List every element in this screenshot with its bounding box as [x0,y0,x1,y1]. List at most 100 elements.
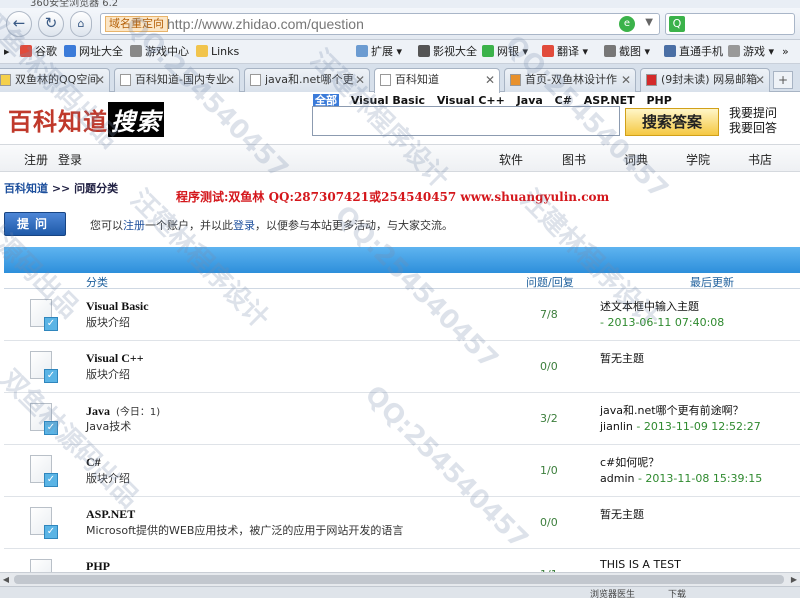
last-topic-time: - 2013-11-08 15:39:15 [634,472,763,485]
top-menu: 注册 登录 软件 图书 词典 学院 书店 [0,144,800,172]
page-icon [250,74,261,86]
forum-row[interactable]: ✓ C# 版块介绍 1/0 c#如何呢？ admin - 2013-11-08 15:39… [4,445,800,497]
question-search-input[interactable] [312,106,620,136]
menu-item-bookstore[interactable]: 书店 [748,151,772,168]
forum-name[interactable]: Java (今日：1) [86,403,160,419]
fav-item-sites[interactable]: 网址大全 [64,44,123,60]
forum-post-count: 3/2 [540,412,558,425]
fav-item-game[interactable]: 游戏 ▾ [728,44,774,60]
search-category-tabs: 全部 Visual Basic Visual C++ Java C# ASP.N… [313,92,680,107]
forum-row[interactable]: ✓ Visual C++ 版块介绍 0/0 暂无主题 [4,341,800,393]
close-icon[interactable]: ✕ [355,69,365,91]
search-engine-icon[interactable]: Q [669,16,685,32]
last-topic-title[interactable]: 述文本框中输入主题 [600,298,699,314]
menu-item-dictionary[interactable]: 词典 [624,151,648,168]
close-icon[interactable]: ✕ [755,69,765,91]
last-topic-meta: jianlin - 2013-11-09 12:52:27 [600,420,761,433]
home-icon[interactable]: ⌂ [70,11,92,37]
browser-search-box[interactable]: Q [665,13,795,35]
forum-name[interactable]: C# [86,455,107,470]
fav-item-bank[interactable]: 网银 ▾ [482,44,528,60]
fav-item-links[interactable]: Links [196,44,239,60]
tab-bar: 双鱼林的QQ空间 ✕ 百科知道-国内专业 ✕ java和.net哪个更 ✕ 百科知道 ✕… [0,64,800,93]
last-topic-title[interactable]: java和.net哪个更有前途啊？ [600,402,744,418]
url-text[interactable]: http://www.zhidao.com/question [167,16,364,32]
last-topic-title[interactable]: 暂无主题 [600,350,644,366]
site-logo[interactable]: 百科知道 搜索 [8,102,164,137]
fav-item-video[interactable]: 影视大全 [418,44,477,60]
tab-zhidao-home[interactable]: 百科知道-国内专业 ✕ [114,68,240,92]
forum-post-count: 7/8 [540,308,558,321]
forum-name[interactable]: ASP.NET [86,507,141,522]
status-doctor[interactable]: 浏览器医生 [590,587,635,598]
horizontal-scrollbar[interactable]: ◀ ▶ [0,572,800,586]
folder-icon [196,45,208,57]
category-tab-php[interactable]: PHP [647,94,672,107]
close-icon[interactable]: ✕ [95,69,105,91]
sites-icon [64,45,76,57]
fav-item-extensions[interactable]: 扩展 ▾ [356,44,402,60]
close-icon[interactable]: ✕ [225,69,235,91]
last-topic-title[interactable]: c#如何呢？ [600,454,659,470]
notice-login-link[interactable]: 登录 [233,219,255,232]
breadcrumb-home[interactable]: 百科知道 [4,182,48,195]
site-icon [510,74,521,86]
register-link[interactable]: 注册 [24,151,48,168]
new-tab-button[interactable]: + [773,71,793,89]
fav-item-translate[interactable]: 翻译 ▾ [542,44,588,60]
column-last-update: 最后更新 [690,276,734,289]
answer-question-link[interactable]: 我要回答 [729,121,777,136]
last-topic-title[interactable]: THIS IS A TEST [600,558,681,571]
last-topic-author[interactable]: jianlin [600,420,633,433]
scroll-left-icon[interactable]: ◀ [0,573,12,586]
tab-qq-space[interactable]: 双鱼林的QQ空间 ✕ [0,68,110,92]
bank-icon [482,45,494,57]
last-topic-title[interactable]: 暂无主题 [600,506,644,522]
notice-register-link[interactable]: 注册 [123,219,145,232]
scroll-right-icon[interactable]: ▶ [788,573,800,586]
close-icon[interactable]: ✕ [621,69,631,91]
scrollbar-thumb[interactable] [14,575,784,584]
status-download[interactable]: 下载 [668,587,686,598]
ask-question-button[interactable]: 提问 [4,212,66,236]
forum-row[interactable]: ✓ ASP.NET Microsoft提供的WEB应用技术，被广泛的应用于网站开发的… [4,497,800,549]
fav-item-google[interactable]: 谷歌 [20,44,57,60]
refresh-icon[interactable]: ↻ [38,11,64,37]
mail-icon [646,74,657,86]
login-link[interactable]: 登录 [58,151,82,168]
address-bar[interactable]: 域名重定向 http://www.zhidao.com/question e ▼ [100,13,660,35]
search-answer-button[interactable]: 搜索答案 [625,108,719,136]
forum-description: Microsoft提供的WEB应用技术，被广泛的应用于网站开发的语言 [86,524,404,537]
ask-question-link[interactable]: 我要提问 [729,106,777,121]
qq-icon [0,74,11,86]
tab-163-mail[interactable]: (9封未读) 网易邮箱 ✕ [640,68,770,92]
navigation-toolbar: ← ↻ ⌂ 域名重定向 http://www.zhidao.com/questi… [0,8,800,40]
tab-zhidao-active[interactable]: 百科知道 ✕ [374,68,500,93]
favorites-star-icon[interactable]: ▸ [4,44,10,60]
close-icon[interactable]: ✕ [485,69,495,91]
last-topic-author[interactable]: admin [600,472,634,485]
fav-item-phone[interactable]: 直通手机 [664,44,723,60]
fav-item-games[interactable]: 游戏中心 [130,44,189,60]
fav-item-screenshot[interactable]: 截图 ▾ [604,44,650,60]
tab-shuangyulin[interactable]: 首页-双鱼林设计作 ✕ [504,68,636,92]
menu-item-software[interactable]: 软件 [499,151,523,168]
forum-name[interactable]: Visual C++ [86,351,150,366]
tab-java-question[interactable]: java和.net哪个更 ✕ [244,68,370,92]
back-arrow-icon[interactable]: ← [6,11,32,37]
forum-row[interactable]: ✓ Java (今日：1) Java技术 3/2 java和.net哪个更有前途啊？ jia… [4,393,800,445]
menu-item-books[interactable]: 图书 [562,151,586,168]
forum-icon: ✓ [30,507,58,541]
phone-icon [664,45,676,57]
menu-item-academy[interactable]: 学院 [686,151,710,168]
forum-name[interactable]: Visual Basic [86,299,155,314]
window-title-bar: 360安全浏览器 6.2 [0,0,800,8]
more-icon[interactable]: » [782,44,789,60]
breadcrumb-separator: >> [51,182,71,195]
go-icon[interactable]: e [619,16,635,32]
redirect-tag: 域名重定向 [105,16,168,32]
forum-row[interactable]: ✓ Visual Basic 版块介绍 7/8 述文本框中输入主题 - 2013-06-1… [4,289,800,341]
google-icon [20,45,32,57]
chevron-down-icon[interactable]: ▼ [645,17,653,28]
translate-icon [542,45,554,57]
